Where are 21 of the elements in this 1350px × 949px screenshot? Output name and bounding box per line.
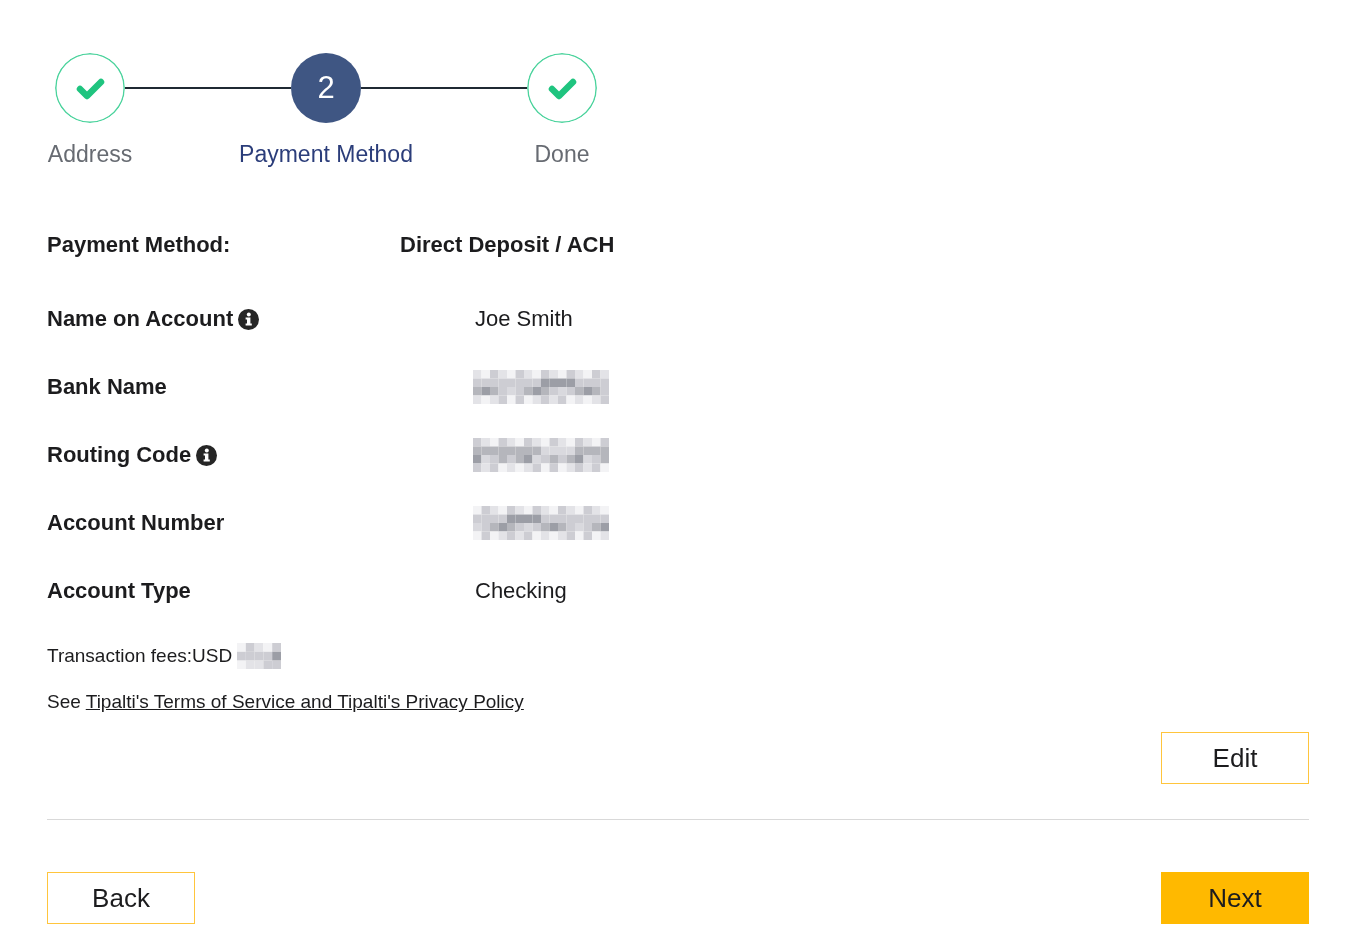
field-value: Joe Smith <box>475 305 573 333</box>
edit-button[interactable]: Edit <box>1161 732 1309 785</box>
terms-text: See Tipalti's Terms of Service and Tipalti's Privacy Policy <box>47 690 525 715</box>
field-value: Checking <box>475 577 567 605</box>
field-label: Name on Account <box>47 305 234 333</box>
field-label: Bank Name <box>47 373 167 401</box>
step-number: 2 <box>291 53 361 123</box>
field-label: Account Number <box>47 509 225 537</box>
next-button[interactable]: Next <box>1161 872 1309 925</box>
step-label: Done <box>534 140 590 168</box>
info-icon[interactable] <box>196 444 218 466</box>
info-icon[interactable] <box>238 308 260 330</box>
step-label: Address <box>47 140 133 168</box>
field-label: Account Type <box>47 577 191 605</box>
step-label: Payment Method <box>239 140 413 168</box>
payment-method-value: Direct Deposit / ACH <box>400 231 616 259</box>
field-label: Routing Code <box>47 441 192 469</box>
payment-method-label: Payment Method: <box>47 231 232 259</box>
terms-link[interactable]: Tipalti's Terms of Service and Tipalti's Privacy Policy <box>85 691 524 713</box>
back-button[interactable]: Back <box>47 872 195 925</box>
transaction-fees-label: Transaction fees:USD <box>47 644 233 669</box>
